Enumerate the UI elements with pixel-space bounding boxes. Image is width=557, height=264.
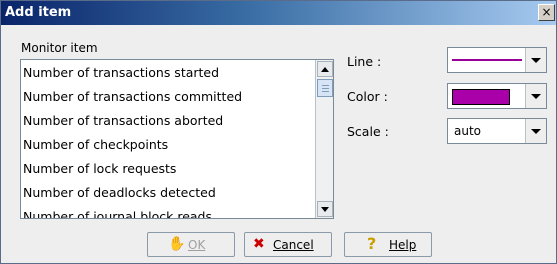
arrow-down-icon — [321, 207, 329, 212]
list-item[interactable]: Number of journal block reads — [23, 205, 212, 218]
window-title: Add item — [5, 5, 72, 20]
scale-select[interactable]: auto — [447, 118, 547, 144]
help-label: Help — [389, 238, 417, 252]
close-icon: × — [541, 5, 552, 19]
close-button[interactable]: × — [538, 4, 555, 21]
color-swatch — [452, 89, 510, 105]
vertical-scrollbar[interactable] — [315, 60, 333, 218]
line-label: Line : — [347, 54, 382, 69]
scroll-down-button[interactable] — [317, 201, 333, 217]
hand-icon: ✋ — [168, 236, 186, 252]
line-style-select[interactable] — [447, 47, 547, 73]
chevron-down-icon — [531, 129, 541, 134]
list-item[interactable]: Number of transactions started — [23, 61, 219, 84]
arrow-up-icon — [321, 67, 329, 72]
list-item[interactable]: Number of transactions committed — [23, 85, 242, 108]
color-label: Color : — [347, 89, 388, 104]
cancel-label: Cancel — [273, 238, 314, 252]
x-icon: ✖ — [253, 236, 265, 252]
scroll-thumb[interactable] — [317, 79, 333, 97]
question-icon: ? — [367, 234, 377, 253]
grip-line — [322, 85, 329, 86]
line-sample — [452, 59, 522, 61]
help-button[interactable]: ? Help — [344, 232, 432, 257]
grip-line — [322, 91, 329, 92]
chevron-down-icon — [531, 94, 541, 99]
ok-button[interactable]: ✋ OK — [147, 232, 235, 257]
add-item-dialog: Add item × Monitor item Number of transa… — [0, 0, 557, 264]
color-dropdown-button[interactable] — [525, 84, 546, 108]
monitor-item-label: Monitor item — [21, 41, 98, 55]
scale-value: auto — [454, 124, 482, 138]
ok-label: OK — [188, 238, 206, 252]
cancel-button[interactable]: ✖ Cancel — [244, 232, 332, 257]
scale-label: Scale : — [347, 124, 389, 139]
list-item[interactable]: Number of deadlocks detected — [23, 181, 216, 204]
scale-dropdown-button[interactable] — [525, 119, 546, 143]
grip-line — [322, 88, 329, 89]
list-item[interactable]: Number of lock requests — [23, 157, 176, 180]
scroll-up-button[interactable] — [317, 61, 333, 77]
color-select[interactable] — [447, 83, 547, 109]
monitor-item-list[interactable]: Number of transactions started Number of… — [20, 59, 334, 219]
list-item[interactable]: Number of transactions aborted — [23, 109, 223, 132]
title-bar[interactable]: Add item × — [1, 1, 556, 25]
list-item[interactable]: Number of checkpoints — [23, 133, 168, 156]
line-dropdown-button[interactable] — [525, 48, 546, 72]
chevron-down-icon — [531, 58, 541, 63]
